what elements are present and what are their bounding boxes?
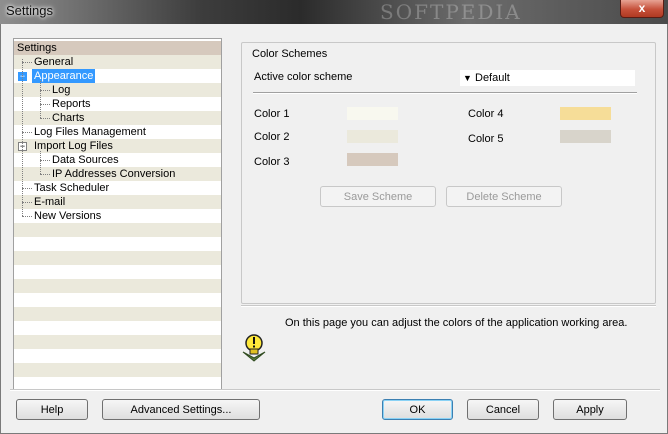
tree-item-label: New Versions xyxy=(34,210,102,222)
tree-item-label: Charts xyxy=(52,112,85,124)
tree-item-data-sources[interactable]: Data Sources xyxy=(14,153,221,167)
tree-item-label: E-mail xyxy=(34,196,66,208)
tree-stripe xyxy=(14,251,221,265)
color-1-label: Color 1 xyxy=(254,108,290,120)
tree-item-label: Data Sources xyxy=(52,154,119,166)
divider xyxy=(10,389,660,391)
tree-item-ip-addresses-conversion[interactable]: IP Addresses Conversion xyxy=(14,167,221,181)
tree-item-log-files-management[interactable]: Log Files Management xyxy=(14,125,221,139)
tree-stripe xyxy=(14,335,221,349)
divider xyxy=(253,92,637,94)
save-scheme-button[interactable]: Save Scheme xyxy=(320,186,436,207)
tree-item-appearance[interactable]: − Appearance xyxy=(14,69,221,83)
color-4-swatch[interactable] xyxy=(560,107,611,120)
tree-item-charts[interactable]: Charts xyxy=(14,111,221,125)
tree-item-label: Log Files Management xyxy=(34,126,146,138)
close-button[interactable]: x xyxy=(620,0,664,18)
tree-connector xyxy=(22,59,23,216)
tree-item-label: Import Log Files xyxy=(34,140,113,152)
tree-item-email[interactable]: E-mail xyxy=(14,195,221,209)
color-2-swatch[interactable] xyxy=(347,130,398,143)
cancel-button[interactable]: Cancel xyxy=(467,399,539,420)
tree-item-label: IP Addresses Conversion xyxy=(52,168,176,180)
title-bar[interactable]: Settings SOFTPEDIA x xyxy=(0,0,668,24)
color-3-label: Color 3 xyxy=(254,156,290,168)
delete-scheme-button[interactable]: Delete Scheme xyxy=(446,186,562,207)
tree-stripe xyxy=(14,363,221,377)
active-scheme-dropdown[interactable]: ▼ Default xyxy=(460,70,635,86)
tree-stripe xyxy=(14,223,221,237)
tree-item-label: Task Scheduler xyxy=(34,182,110,194)
settings-window: Settings SOFTPEDIA x Settings General − … xyxy=(0,0,668,434)
color-5-label: Color 5 xyxy=(468,133,504,145)
tree-item-new-versions[interactable]: New Versions xyxy=(14,209,221,223)
info-text: On this page you can adjust the colors o… xyxy=(285,317,628,329)
dropdown-arrow-icon[interactable]: ▼ xyxy=(463,71,472,85)
color-5-swatch[interactable] xyxy=(560,130,611,143)
close-icon: x xyxy=(638,1,646,15)
tree-stripe xyxy=(14,279,221,293)
tree-item-general[interactable]: General xyxy=(14,55,221,69)
tree-item-task-scheduler[interactable]: Task Scheduler xyxy=(14,181,221,195)
apply-button[interactable]: Apply xyxy=(553,399,627,420)
tree-connector xyxy=(40,151,41,174)
tree-item-label: Settings xyxy=(17,42,57,54)
tree-item-log[interactable]: Log xyxy=(14,83,221,97)
tree-item-label: Appearance xyxy=(32,69,96,83)
color-3-swatch[interactable] xyxy=(347,153,398,166)
divider xyxy=(241,305,656,307)
window-title: Settings xyxy=(6,3,53,18)
advanced-settings-button[interactable]: Advanced Settings... xyxy=(102,399,260,420)
color-schemes-title: Color Schemes xyxy=(250,48,330,60)
ok-button[interactable]: OK xyxy=(382,399,453,420)
tree-item-label: General xyxy=(34,56,74,68)
color-2-label: Color 2 xyxy=(254,131,290,143)
tree-connector xyxy=(40,81,41,118)
tree-item-import-log-files[interactable]: − Import Log Files xyxy=(14,139,221,153)
active-scheme-value: Default xyxy=(475,72,510,84)
color-4-label: Color 4 xyxy=(468,108,504,120)
tree-item-settings[interactable]: Settings xyxy=(14,41,221,55)
tree-item-reports[interactable]: Reports xyxy=(14,97,221,111)
active-scheme-label: Active color scheme xyxy=(254,71,353,83)
tree-item-label: Reports xyxy=(52,98,91,110)
lightbulb-info-icon xyxy=(242,334,266,362)
softpedia-watermark: SOFTPEDIA xyxy=(380,0,522,24)
tree-item-label: Log xyxy=(52,84,71,96)
color-1-swatch[interactable] xyxy=(347,107,398,120)
tree-stripe xyxy=(14,307,221,321)
help-button[interactable]: Help xyxy=(16,399,88,420)
settings-tree[interactable]: Settings General − Appearance Log Report… xyxy=(13,38,222,390)
